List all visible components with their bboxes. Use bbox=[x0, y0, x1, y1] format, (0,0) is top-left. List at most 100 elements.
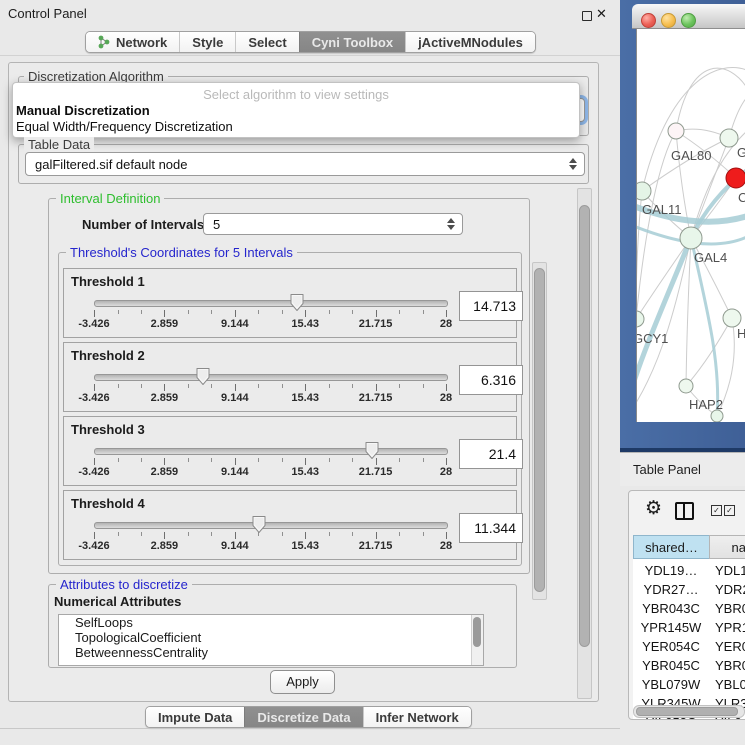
table-panel-header: Table Panel bbox=[620, 452, 745, 487]
tab-select[interactable]: Select bbox=[235, 32, 298, 52]
tab-impute-data[interactable]: Impute Data bbox=[146, 707, 244, 727]
thresholds-group-title: Threshold's Coordinates for 5 Intervals bbox=[66, 245, 297, 260]
attribute-list-item[interactable]: BetweennessCentrality bbox=[59, 646, 483, 660]
network-node[interactable] bbox=[637, 311, 644, 327]
close-icon[interactable]: ✕ bbox=[596, 6, 607, 22]
window-close-icon[interactable] bbox=[641, 13, 656, 28]
cell-name: YER0 bbox=[715, 637, 745, 656]
slider-thumb[interactable] bbox=[364, 441, 380, 460]
table-data-combobox[interactable]: galFiltered.sif default node bbox=[25, 152, 585, 176]
network-node[interactable] bbox=[723, 309, 741, 327]
network-icon bbox=[98, 35, 110, 49]
tab-discretize-data[interactable]: Discretize Data bbox=[244, 707, 362, 727]
major-tick bbox=[305, 310, 306, 317]
minor-tick bbox=[352, 532, 353, 536]
tick-label: 9.144 bbox=[221, 318, 249, 330]
window-zoom-icon[interactable] bbox=[681, 13, 696, 28]
slider-track[interactable] bbox=[94, 300, 448, 307]
table-row[interactable]: YPR145WYPR1 bbox=[633, 618, 745, 637]
thresholds-scrollbar[interactable] bbox=[532, 262, 547, 600]
tab-network[interactable]: Network bbox=[86, 32, 179, 52]
attributes-list-scrollbar[interactable] bbox=[471, 615, 483, 665]
network-canvas[interactable]: GAL80GACGAL11GAL4GCY1HHAP2 bbox=[636, 29, 745, 422]
table-hscrollbar[interactable] bbox=[633, 705, 745, 718]
tab-infer-network[interactable]: Infer Network bbox=[363, 707, 471, 727]
slider-track[interactable] bbox=[94, 374, 448, 381]
column-header-shared-name[interactable]: shared… bbox=[633, 535, 710, 559]
panel-scrollbar-thumb[interactable] bbox=[579, 205, 590, 647]
tab-label: jActiveMNodules bbox=[418, 35, 523, 50]
network-node[interactable] bbox=[726, 168, 745, 188]
minor-tick bbox=[352, 310, 353, 314]
tab-label: Discretize Data bbox=[257, 710, 350, 725]
attribute-list-item[interactable]: TopologicalCoefficient bbox=[59, 631, 483, 645]
major-tick bbox=[164, 384, 165, 391]
network-node-label: GA bbox=[737, 145, 745, 160]
attributes-group-title: Attributes to discretize bbox=[56, 577, 192, 592]
threshold-value-field[interactable]: 21.4 bbox=[459, 439, 523, 469]
threshold-value-field[interactable]: 6.316 bbox=[459, 365, 523, 395]
checkbox-icon[interactable]: ✓ bbox=[711, 505, 722, 516]
checkbox-icon[interactable]: ✓ bbox=[724, 505, 735, 516]
minor-tick bbox=[423, 310, 424, 314]
dropdown-item-equal-width[interactable]: Equal Width/Frequency Discretization bbox=[16, 119, 233, 134]
column-header-name[interactable]: na bbox=[709, 535, 745, 559]
gear-icon[interactable]: ⚙ bbox=[645, 497, 662, 520]
network-node[interactable] bbox=[680, 227, 702, 249]
thresholds-scrollbar-thumb[interactable] bbox=[534, 268, 545, 592]
table-panel-title: Table Panel bbox=[633, 462, 701, 477]
minor-tick bbox=[352, 458, 353, 462]
apply-button[interactable]: Apply bbox=[270, 670, 335, 694]
num-intervals-value: 5 bbox=[204, 217, 443, 232]
minor-tick bbox=[118, 532, 119, 536]
network-node-label: HAP2 bbox=[689, 397, 723, 412]
split-view-icon[interactable] bbox=[675, 502, 694, 520]
major-tick bbox=[94, 310, 95, 317]
tab-cyni-toolbox[interactable]: Cyni Toolbox bbox=[299, 32, 405, 52]
slider-thumb[interactable] bbox=[195, 367, 211, 386]
major-tick bbox=[94, 384, 95, 391]
minor-tick bbox=[399, 458, 400, 462]
network-node[interactable] bbox=[668, 123, 684, 139]
table-row[interactable]: YBR043CYBR0 bbox=[633, 599, 745, 618]
minor-tick bbox=[329, 384, 330, 388]
slider-track[interactable] bbox=[94, 448, 448, 455]
tick-label: 2.859 bbox=[151, 540, 179, 552]
slider-thumb[interactable] bbox=[289, 293, 305, 312]
major-tick bbox=[446, 384, 447, 391]
network-node[interactable] bbox=[679, 379, 693, 393]
numerical-attributes-label: Numerical Attributes bbox=[54, 594, 181, 609]
tab-jactivemnodules[interactable]: jActiveMNodules bbox=[405, 32, 535, 52]
table-row[interactable]: YBL079WYBL0 bbox=[633, 675, 745, 694]
tab-style[interactable]: Style bbox=[179, 32, 235, 52]
major-tick bbox=[446, 310, 447, 317]
table-row[interactable]: YDL19…YDL1 bbox=[633, 561, 745, 580]
minor-tick bbox=[399, 384, 400, 388]
tab-label: Style bbox=[192, 35, 223, 50]
panel-scrollbar[interactable] bbox=[577, 188, 592, 699]
threshold-row: Threshold 3-3.4262.8599.14415.4321.71528… bbox=[63, 416, 517, 486]
threshold-row: Threshold 2-3.4262.8599.14415.4321.71528… bbox=[63, 342, 517, 412]
numerical-attributes-list[interactable]: SelfLoopsTopologicalCoefficientBetweenne… bbox=[58, 614, 484, 666]
threshold-value-field[interactable]: 11.344 bbox=[459, 513, 523, 543]
minor-tick bbox=[188, 532, 189, 536]
dropdown-hint: Select algorithm to view settings bbox=[13, 87, 579, 102]
threshold-label: Threshold 2 bbox=[71, 348, 145, 363]
attribute-list-item[interactable]: SelfLoops bbox=[59, 616, 483, 630]
slider-thumb[interactable] bbox=[251, 515, 267, 534]
network-window-titlebar[interactable] bbox=[632, 4, 745, 29]
slider-track[interactable] bbox=[94, 522, 448, 529]
table-row[interactable]: YDR27…YDR2 bbox=[633, 580, 745, 599]
dropdown-item-manual[interactable]: Manual Discretization bbox=[16, 103, 150, 118]
table-row[interactable]: YBR045CYBR0 bbox=[633, 656, 745, 675]
cell-name: YBR0 bbox=[715, 599, 745, 618]
minor-tick bbox=[141, 458, 142, 462]
network-node[interactable] bbox=[720, 129, 738, 147]
network-node[interactable] bbox=[637, 182, 651, 200]
table-row[interactable]: YER054CYER0 bbox=[633, 637, 745, 656]
tick-label: 2.859 bbox=[151, 318, 179, 330]
float-window-icon[interactable] bbox=[582, 11, 592, 21]
num-intervals-combobox[interactable]: 5 bbox=[203, 213, 463, 235]
threshold-value-field[interactable]: 14.713 bbox=[459, 291, 523, 321]
window-minimize-icon[interactable] bbox=[661, 13, 676, 28]
